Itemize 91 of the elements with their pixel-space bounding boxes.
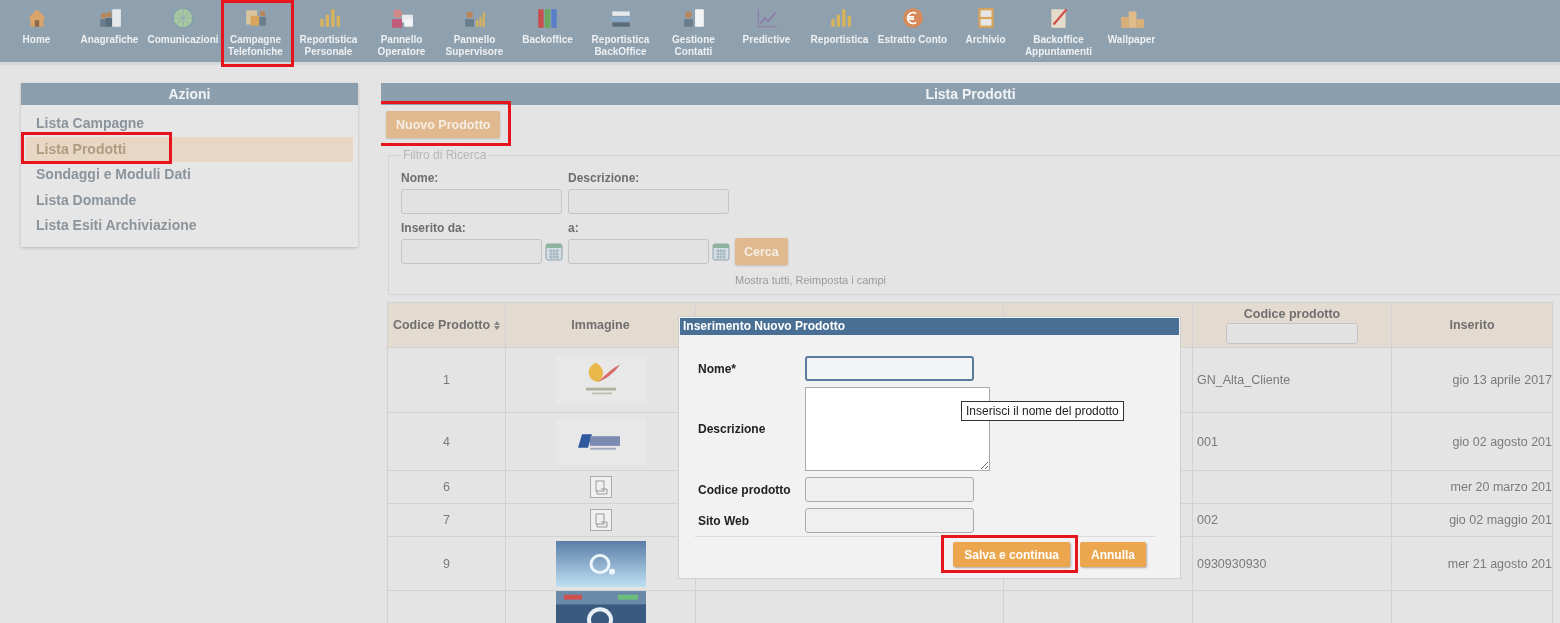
image-placeholder-icon xyxy=(589,509,612,531)
image-placeholder-icon xyxy=(589,476,612,498)
nav-label: Pannello Operatore xyxy=(376,34,427,58)
nav-item[interactable]: Predictive xyxy=(730,0,803,62)
nav-label: Predictive xyxy=(742,34,791,46)
field-label: Inserito da: xyxy=(401,220,467,235)
date-input[interactable] xyxy=(401,239,542,264)
nav-label: Pannello Supervisore xyxy=(444,34,505,58)
table-cell: gio 13 aprile 2017 xyxy=(1452,373,1552,387)
field-label: Descrizione: xyxy=(568,170,641,185)
nav-label: Gestione Contatti xyxy=(671,34,716,58)
nav-label: Anagrafiche xyxy=(80,34,139,46)
table-cell: 6 xyxy=(443,480,450,494)
calendar-icon[interactable] xyxy=(712,242,730,261)
nav-item[interactable]: Pannello Operatore xyxy=(365,0,438,62)
nav-label: Archivio xyxy=(965,34,1006,46)
binders-icon xyxy=(535,6,560,30)
nav-item[interactable]: Backoffice Appuntamenti xyxy=(1022,0,1095,62)
field-label: Descrizione xyxy=(698,422,767,436)
field-label: Sito Web xyxy=(698,513,751,528)
table-cell: 1 xyxy=(443,373,450,387)
table-cell: gio 02 agosto 201 xyxy=(1452,434,1552,449)
nav-item[interactable]: Reportistica BackOffice xyxy=(584,0,657,62)
field-label: Nome* xyxy=(698,361,737,376)
operator-windows-icon xyxy=(389,6,414,30)
sidebar-item[interactable]: Lista Domande xyxy=(26,187,353,213)
date-input[interactable] xyxy=(568,239,709,264)
table-cell: 0930930930 xyxy=(1197,556,1267,571)
sidebar-item[interactable]: Sondaggi e Moduli Dati xyxy=(26,162,353,188)
field-label: Codice prodotto xyxy=(698,482,792,497)
nav-label: Estratto Conto xyxy=(877,34,948,46)
nav-label: Reportistica Personale xyxy=(298,34,359,58)
reset-link[interactable]: Reimposta i campi xyxy=(795,274,886,286)
nav-label: Home xyxy=(22,34,51,46)
sidebar-header: Azioni xyxy=(21,83,358,105)
table-cell: 9 xyxy=(443,556,450,571)
nav-item[interactable]: Estratto Conto xyxy=(876,0,949,62)
nav-item[interactable]: Archivio xyxy=(949,0,1022,62)
nav-label: Reportistica BackOffice xyxy=(590,34,651,58)
nav-item[interactable]: Pannello Supervisore xyxy=(438,0,511,62)
text-input[interactable] xyxy=(805,356,974,381)
nav-item[interactable]: Gestione Contatti xyxy=(657,0,730,62)
sort-icon[interactable] xyxy=(494,321,501,331)
nav-item[interactable]: Wallpaper xyxy=(1095,0,1168,62)
globe-icon xyxy=(170,6,195,30)
column-filter-input[interactable] xyxy=(1226,322,1358,344)
sidebar-item[interactable]: Lista Campagne xyxy=(26,111,353,137)
dialog-title: Inserimento Nuovo Prodotto xyxy=(680,318,1179,335)
panel-header: Lista Prodotti xyxy=(381,83,1560,105)
table-cell: gio 02 maggio 201 xyxy=(1449,513,1552,527)
sidebar-item[interactable]: Lista Prodotti xyxy=(26,136,353,162)
table-cell: 4 xyxy=(443,434,450,449)
column-header[interactable]: Codice Prodotto xyxy=(387,302,506,348)
tooltip: Inserisci il nome del prodotto xyxy=(961,401,1124,421)
nav-label: Backoffice xyxy=(522,34,573,46)
text-input[interactable] xyxy=(805,508,974,533)
people-document-icon xyxy=(97,6,122,30)
calendar-icon[interactable] xyxy=(545,242,563,261)
description-input[interactable] xyxy=(568,189,729,214)
nav-item[interactable]: Campagne Telefoniche xyxy=(219,0,292,62)
save-button[interactable]: Salva e continua xyxy=(953,542,1070,567)
person-document-icon xyxy=(681,6,706,30)
field-label: Nome: xyxy=(401,170,440,185)
table-cell: 002 xyxy=(1197,513,1218,527)
table-cell: mer 20 marzo 201 xyxy=(1450,480,1552,494)
nav-item[interactable]: Comunicazioni xyxy=(146,0,219,62)
separator-text: , xyxy=(789,274,793,286)
cancel-button[interactable]: Annulla xyxy=(1080,542,1146,567)
column-header: Codice prodotto xyxy=(1192,302,1392,348)
new-product-button[interactable]: Nuovo Prodotto xyxy=(386,111,501,138)
search-button[interactable]: Cerca xyxy=(735,238,788,265)
nav-item[interactable]: Reportistica xyxy=(803,0,876,62)
euro-coin-icon xyxy=(900,6,925,30)
nav-item[interactable]: Home xyxy=(0,0,73,62)
nav-label: Backoffice Appuntamenti xyxy=(1023,34,1094,58)
nav-item[interactable]: Backoffice xyxy=(511,0,584,62)
nav-item[interactable]: Reportistica Personale xyxy=(292,0,365,62)
field-label: a: xyxy=(568,220,580,235)
table-cell: 001 xyxy=(1197,434,1218,449)
nav-label: Comunicazioni xyxy=(147,34,218,46)
column-header: Inserito xyxy=(1391,302,1553,348)
name-input[interactable] xyxy=(401,189,562,214)
nav-label: Wallpaper xyxy=(1107,34,1156,46)
table-cell: mer 21 agosto 201 xyxy=(1447,556,1552,571)
sidebar-item[interactable]: Lista Esiti Archiviazione xyxy=(26,213,353,239)
nav-label: Campagne Telefoniche xyxy=(227,34,284,58)
nav-label: Reportistica xyxy=(810,34,869,46)
nav-item[interactable]: Anagrafiche xyxy=(73,0,146,62)
table-cell: GN_Alta_Cliente xyxy=(1197,373,1291,387)
table-cell: 7 xyxy=(443,513,450,527)
text-input[interactable] xyxy=(805,477,974,502)
